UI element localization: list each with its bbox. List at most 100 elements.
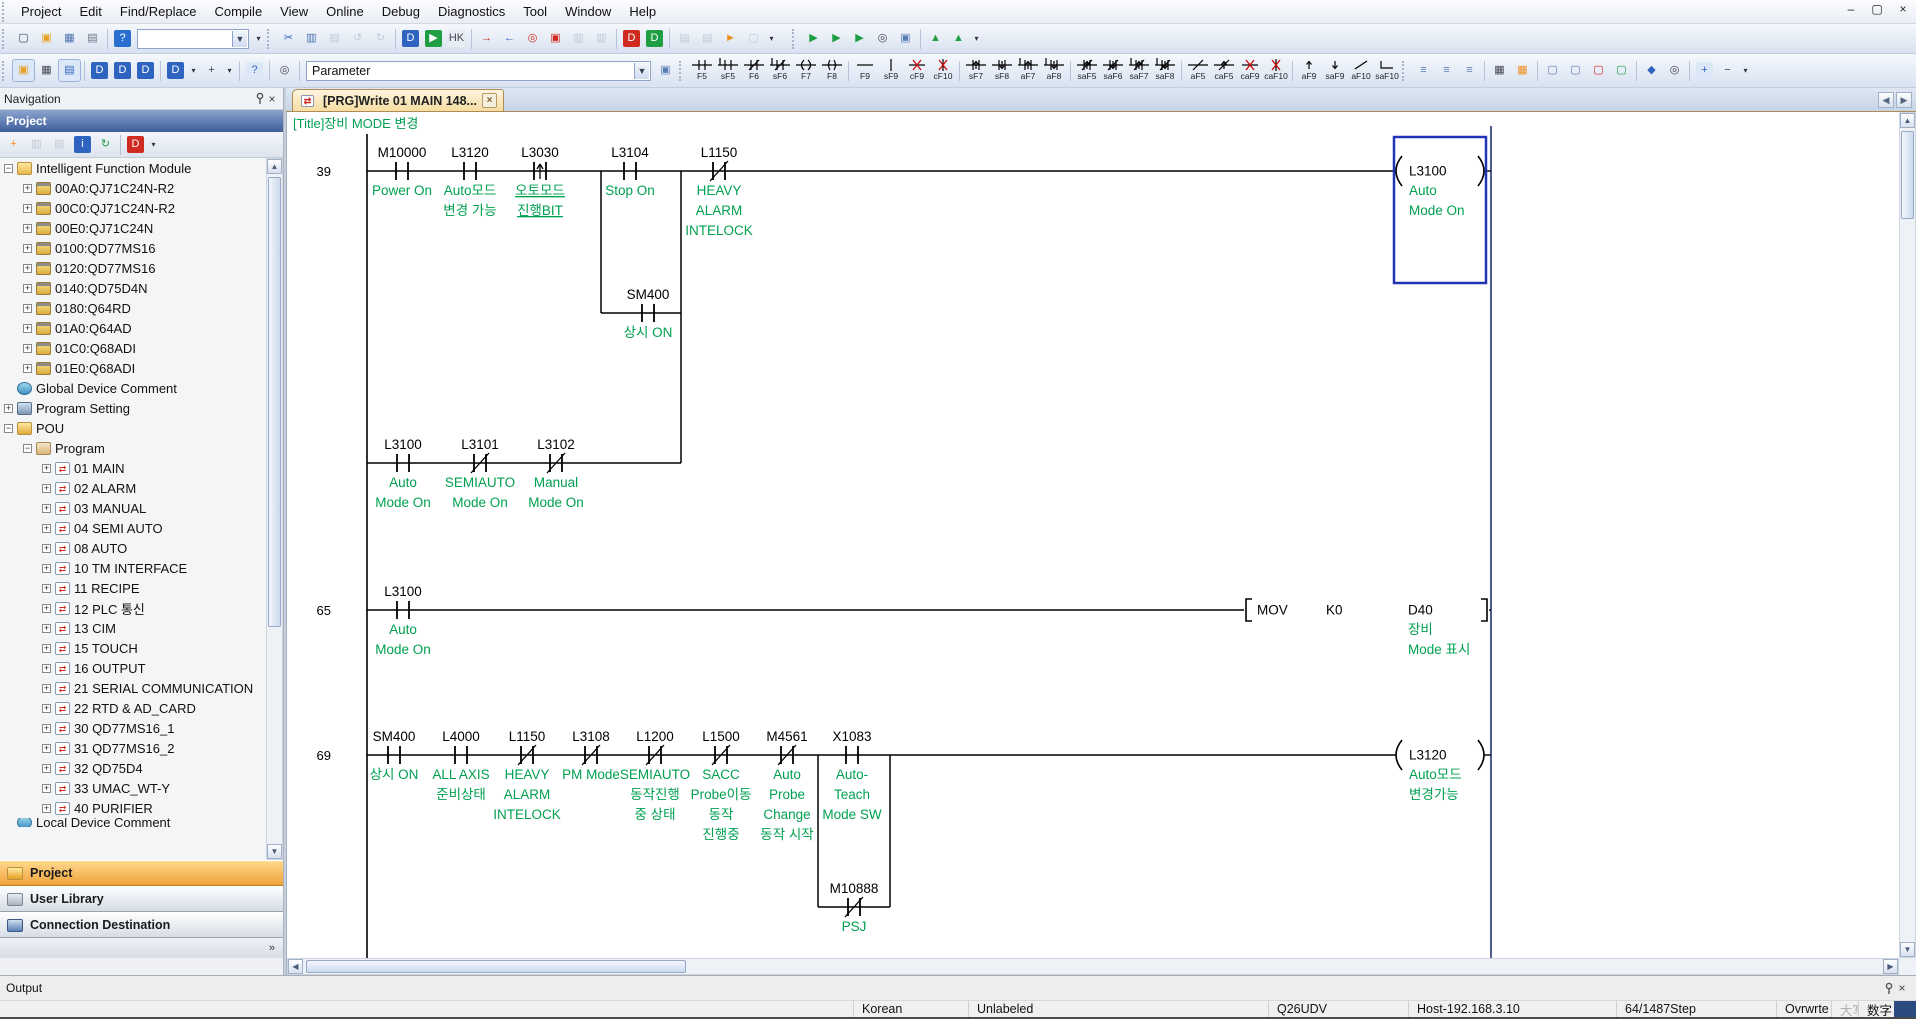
expand-icon[interactable]: + <box>23 204 32 213</box>
close-branch-button[interactable]: sF6 <box>767 56 793 86</box>
chevron-icon[interactable]: » <box>269 942 275 954</box>
open-branch-button[interactable]: sF5 <box>715 56 741 86</box>
expand-icon[interactable]: + <box>42 624 51 633</box>
expand-icon[interactable]: + <box>4 404 13 413</box>
tree-item-00a0-qj71c24n-r2[interactable]: +00A0:QJ71C24N-R2 <box>0 178 283 198</box>
tree-item-intelligent-function-module[interactable]: −Intelligent Function Module <box>0 158 283 178</box>
tree-item-pou[interactable]: −POU <box>0 418 283 438</box>
horizontal-line-button[interactable]: F9 <box>852 56 878 86</box>
tab-scroll-right-icon[interactable]: ▶ <box>1896 92 1912 108</box>
expand-icon[interactable]: + <box>42 644 51 653</box>
open-contact-button[interactable]: F5 <box>689 56 715 86</box>
tree-item-program-setting[interactable]: +Program Setting <box>0 398 283 418</box>
redo-icon[interactable]: ↻ <box>369 27 392 50</box>
toolbar-options-2-icon[interactable]: ▾ <box>765 27 778 50</box>
hscroll-thumb[interactable] <box>306 960 686 973</box>
expand-icon[interactable]: + <box>42 764 51 773</box>
scroll-up-icon[interactable]: ▲ <box>267 159 282 174</box>
tree-item-0100-qd77ms16[interactable]: +0100:QD77MS16 <box>0 238 283 258</box>
toolbar-options-icon[interactable]: ▾ <box>252 27 265 50</box>
device-test-icon[interactable]: ◆ <box>1640 59 1663 82</box>
remote-operation-icon[interactable]: ▣ <box>544 27 567 50</box>
application-instruction-button[interactable]: F8 <box>819 56 845 86</box>
tree-item-0180-q64rd[interactable]: +0180:Q64RD <box>0 298 283 318</box>
toolbar-options-6-icon[interactable]: ▾ <box>1739 59 1752 82</box>
doc-gray-3-icon[interactable]: ▢ <box>742 27 765 50</box>
window-toggle-navigation-icon[interactable]: ▣ <box>12 59 35 82</box>
window-toggle-function-block-icon[interactable]: ▦ <box>35 59 58 82</box>
zoom-out-icon[interactable]: − <box>1716 59 1739 82</box>
zoom-in-icon[interactable]: + <box>1693 59 1716 82</box>
expand-icon[interactable]: + <box>42 464 51 473</box>
scroll-left-icon[interactable]: ◀ <box>288 959 303 974</box>
expand-icon[interactable]: + <box>23 264 32 273</box>
monitor-pair-1-icon[interactable]: ▥ <box>567 27 590 50</box>
nav-button-project[interactable]: Project <box>0 860 283 886</box>
close-contact-button[interactable]: F6 <box>741 56 767 86</box>
expand-icon[interactable]: + <box>23 244 32 253</box>
doc-gray-1-icon[interactable]: ▤ <box>673 27 696 50</box>
falling-pulse-button[interactable]: sF8 <box>989 56 1015 86</box>
menu-help[interactable]: Help <box>620 1 665 22</box>
tree-item-33-umac-wt-y[interactable]: +⇄33 UMAC_WT-Y <box>0 778 283 798</box>
toolbar-options-nav-icon[interactable]: ▾ <box>147 133 160 156</box>
trend-graph-2-icon[interactable]: ▲ <box>947 27 970 50</box>
intelligent-module-monitor-icon[interactable]: HK <box>445 27 468 50</box>
tree-item-13-cim[interactable]: +⇄13 CIM <box>0 618 283 638</box>
window-toggle-ladder-icon[interactable]: ▤ <box>58 59 81 82</box>
refresh-view-icon[interactable]: ↻ <box>94 133 117 156</box>
monitor-mode-icon[interactable]: ▢ <box>1610 59 1633 82</box>
menu-window[interactable]: Window <box>556 1 620 22</box>
tree-item-04-semi-auto[interactable]: +⇄04 SEMI AUTO <box>0 518 283 538</box>
copy-icon[interactable]: ▥ <box>300 27 323 50</box>
tree-item-08-auto[interactable]: +⇄08 AUTO <box>0 538 283 558</box>
help-2-icon[interactable]: ? <box>243 59 266 82</box>
expand-icon[interactable]: + <box>23 224 32 233</box>
tree-item-00e0-qj71c24n[interactable]: +00E0:QJ71C24N <box>0 218 283 238</box>
nav-button-connection-destination[interactable]: Connection Destination <box>0 912 283 938</box>
undo-icon[interactable]: ↺ <box>346 27 369 50</box>
ladder-edit-mode-icon[interactable]: ▢ <box>1541 59 1564 82</box>
copy-item-icon[interactable]: ▥ <box>25 133 48 156</box>
expand-icon[interactable]: + <box>23 304 32 313</box>
delete-vertical-2-button[interactable]: caF10 <box>1263 56 1289 86</box>
chevron-down-icon[interactable]: ▼ <box>634 63 649 79</box>
data-selector-combo[interactable]: Parameter▼ <box>306 61 651 81</box>
tree-item-02-alarm[interactable]: +⇄02 ALARM <box>0 478 283 498</box>
tree-item-00c0-qj71c24n-r2[interactable]: +00C0:QJ71C24N-R2 <box>0 198 283 218</box>
tab-prg-main[interactable]: ⇄ [PRG]Write 01 MAIN 148... × <box>292 89 504 111</box>
falling-pulse-close-branch-button[interactable]: saF8 <box>1152 56 1178 86</box>
edit-line-diagonal-button[interactable]: aF10 <box>1348 56 1374 86</box>
jump-orange-icon[interactable]: ► <box>719 27 742 50</box>
chevron-down-icon[interactable]: ▼ <box>232 31 247 47</box>
tree-item-03-manual[interactable]: +⇄03 MANUAL <box>0 498 283 518</box>
tree-item-31-qd77ms16-2[interactable]: +⇄31 QD77MS16_2 <box>0 738 283 758</box>
expand-icon[interactable]: + <box>23 324 32 333</box>
entry-data-monitor-icon[interactable]: ▶ <box>422 27 445 50</box>
coil-button[interactable]: F7 <box>793 56 819 86</box>
tree-item-32-qd75d4[interactable]: +⇄32 QD75D4 <box>0 758 283 778</box>
tree-item-0120-qd77ms16[interactable]: +0120:QD77MS16 <box>0 258 283 278</box>
note-display-icon[interactable]: D <box>134 59 157 82</box>
scroll-down-icon[interactable]: ▼ <box>267 844 282 859</box>
toolbar-options-4-icon[interactable]: ▾ <box>187 59 200 82</box>
falling-pulse-branch-button[interactable]: aF8 <box>1041 56 1067 86</box>
output-close-icon[interactable]: × <box>1894 981 1910 995</box>
expand-icon[interactable]: + <box>42 744 51 753</box>
convert-pulse-button[interactable]: caF5 <box>1211 56 1237 86</box>
start-monitor-icon[interactable]: ▶ <box>802 27 825 50</box>
menu-diagnostics[interactable]: Diagnostics <box>429 1 514 22</box>
tree-scrollbar[interactable]: ▲▼ <box>266 158 283 860</box>
delete-horizontal-line-button[interactable]: cF9 <box>904 56 930 86</box>
menu-debug[interactable]: Debug <box>373 1 429 22</box>
menu-tool[interactable]: Tool <box>514 1 556 22</box>
tree-item-22-rtd-ad-card[interactable]: +⇄22 RTD & AD_CARD <box>0 698 283 718</box>
expand-icon[interactable]: + <box>42 484 51 493</box>
expand-icon[interactable]: + <box>42 724 51 733</box>
device-display-green-icon[interactable]: D <box>643 27 666 50</box>
collapse-icon[interactable]: − <box>4 164 13 173</box>
new-file-icon[interactable]: ▢ <box>12 27 35 50</box>
statement-display-icon[interactable]: D <box>111 59 134 82</box>
find-monitor-icon[interactable]: ◎ <box>871 27 894 50</box>
monitor-pair-2-icon[interactable]: ▥ <box>590 27 613 50</box>
